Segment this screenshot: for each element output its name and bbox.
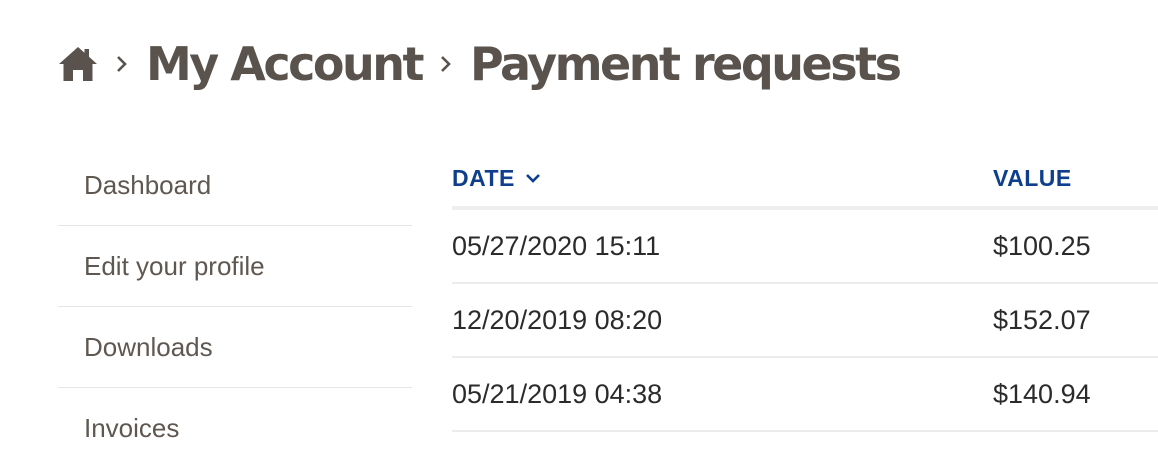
table-row: 05/21/2019 04:38 $140.94 — [452, 358, 1158, 432]
chevron-right-icon — [441, 56, 451, 72]
breadcrumb-separator — [98, 55, 146, 73]
row-date: 05/21/2019 04:38 — [452, 378, 663, 409]
row-date: 12/20/2019 08:20 — [452, 304, 663, 335]
sidebar-item-downloads[interactable]: Downloads — [58, 307, 412, 388]
payment-requests-table: DATE VALUE 05/27/2020 15:11 $100.25 12/2… — [452, 150, 1158, 432]
sidebar-item-edit-profile[interactable]: Edit your profile — [58, 226, 412, 307]
value-column-header: VALUE — [993, 164, 1072, 191]
home-link[interactable] — [58, 46, 98, 82]
table-row: 05/27/2020 15:11 $100.25 — [452, 210, 1158, 284]
date-column-header[interactable]: DATE — [452, 165, 993, 192]
row-value: $152.07 — [993, 304, 1091, 335]
sidebar-item-invoices[interactable]: Invoices — [58, 388, 412, 454]
row-date: 05/27/2020 15:11 — [452, 230, 661, 261]
breadcrumb-my-account[interactable]: My Account — [146, 37, 425, 91]
account-sidebar: Dashboard Edit your profile Downloads In… — [58, 145, 412, 454]
table-row: 12/20/2019 08:20 $152.07 — [452, 284, 1158, 358]
chevron-down-icon — [525, 174, 540, 183]
page-title: Payment requests — [470, 37, 902, 91]
row-value: $140.94 — [993, 378, 1091, 409]
row-value: $100.25 — [993, 230, 1091, 261]
table-header: DATE VALUE — [452, 150, 1158, 210]
chevron-right-icon — [117, 56, 127, 72]
sidebar-item-dashboard[interactable]: Dashboard — [58, 145, 412, 226]
breadcrumb: My Account Payment requests — [58, 30, 902, 98]
date-header-label: DATE — [452, 164, 515, 191]
breadcrumb-separator — [422, 55, 470, 73]
home-icon — [59, 47, 97, 81]
